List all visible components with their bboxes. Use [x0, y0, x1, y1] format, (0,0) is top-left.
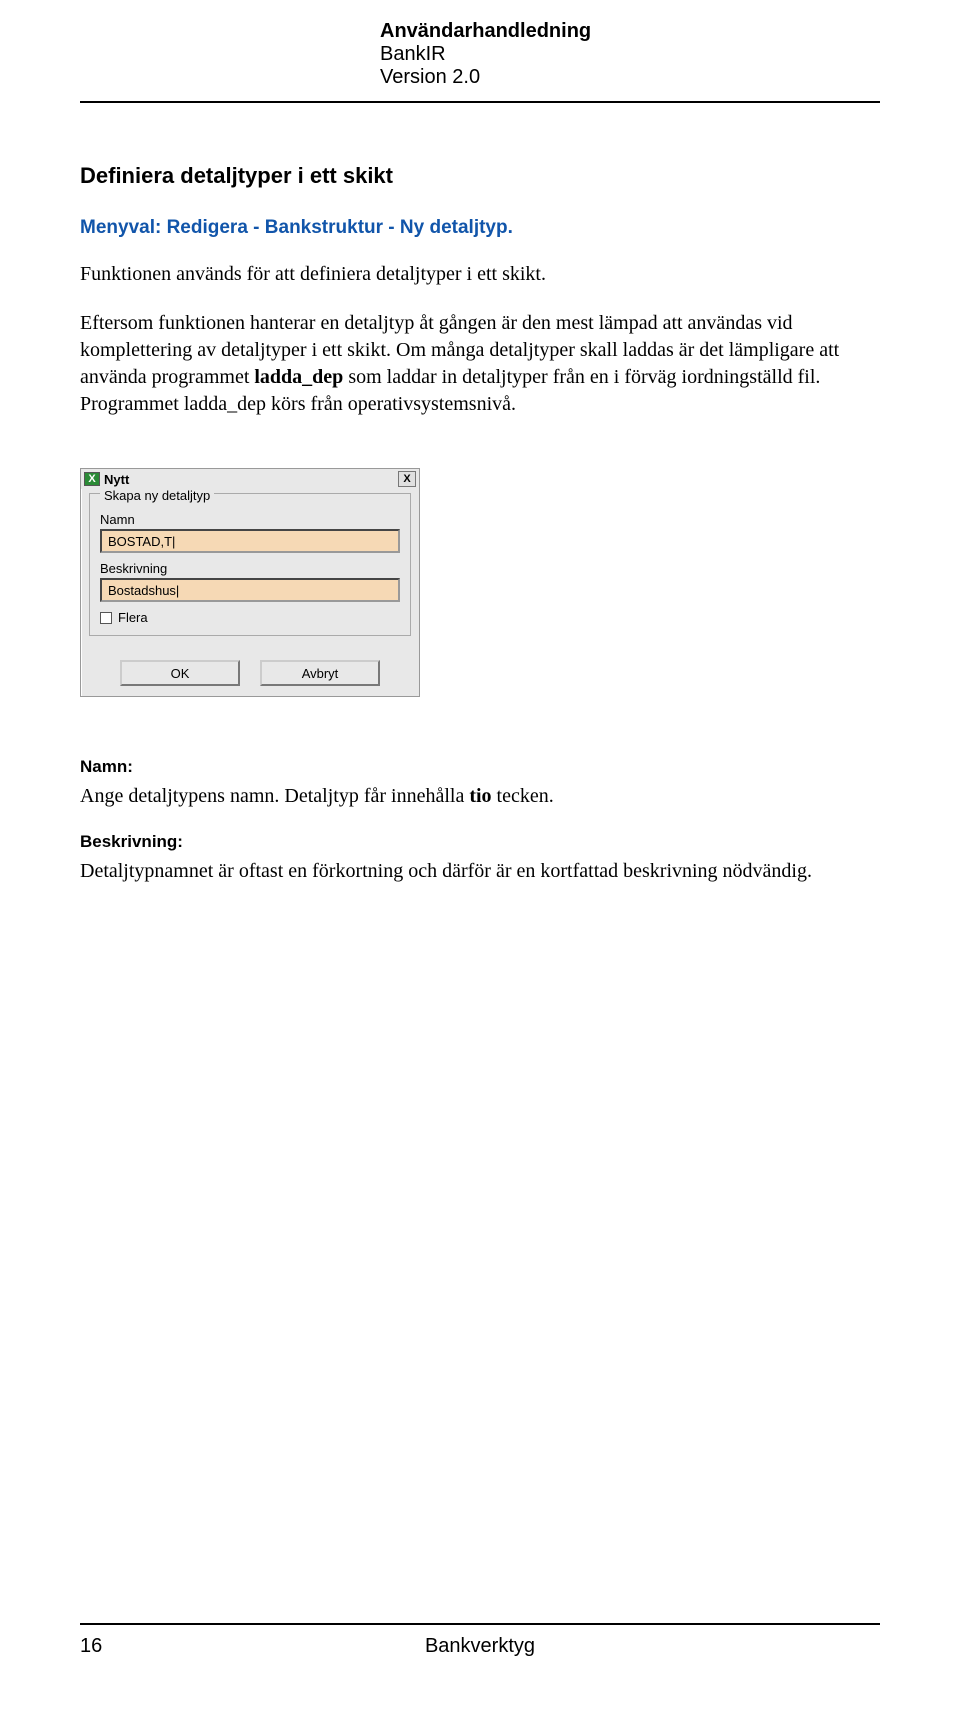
doc-subtitle-1: BankIR	[380, 43, 880, 66]
checkbox-label: Flera	[118, 610, 148, 625]
dialog-nytt: X Nytt X Skapa ny detaljtyp Namn BOSTAD,…	[80, 468, 420, 697]
window-icon: X	[84, 472, 100, 486]
close-icon[interactable]: X	[398, 471, 416, 487]
paragraph-2-bold: ladda_dep	[254, 366, 343, 388]
footer-section: Bankverktyg	[425, 1635, 535, 1658]
field-namn-text: Ange detaljtypens namn. Detaljtyp får in…	[80, 783, 880, 810]
ok-button[interactable]: OK	[120, 660, 240, 686]
multiple-checkbox-row[interactable]: Flera	[100, 610, 400, 625]
footer-rule	[80, 1623, 880, 1625]
name-label: Namn	[100, 512, 400, 527]
description-label: Beskrivning	[100, 561, 400, 576]
field-namn-label: Namn:	[80, 757, 880, 777]
paragraph-1: Funktionen används för att definiera det…	[80, 261, 880, 288]
checkbox-icon[interactable]	[100, 612, 112, 624]
page-footer: 16 Bankverktyg	[80, 1615, 880, 1658]
fieldset-new-detail: Skapa ny detaljtyp Namn BOSTAD,T| Beskri…	[89, 493, 411, 636]
namn-text-a: Ange detaljtypens namn. Detaljtyp får in…	[80, 785, 469, 807]
doc-header: Användarhandledning BankIR Version 2.0	[80, 20, 880, 89]
field-beskrivning-text: Detaljtypnamnet är oftast en förkortning…	[80, 858, 880, 885]
doc-title: Användarhandledning	[380, 20, 880, 43]
name-input[interactable]: BOSTAD,T|	[100, 529, 400, 553]
header-rule	[80, 101, 880, 103]
namn-text-bold: tio	[469, 785, 491, 807]
description-input[interactable]: Bostadshus|	[100, 578, 400, 602]
dialog-screenshot: X Nytt X Skapa ny detaljtyp Namn BOSTAD,…	[80, 468, 880, 697]
cancel-button[interactable]: Avbryt	[260, 660, 380, 686]
dialog-titlebar: X Nytt X	[81, 469, 419, 489]
section-heading: Definiera detaljtyper i ett skikt	[80, 163, 880, 189]
paragraph-2: Eftersom funktionen hanterar en detaljty…	[80, 310, 880, 418]
menu-path: Menyval: Redigera - Bankstruktur - Ny de…	[80, 217, 880, 239]
namn-text-b: tecken.	[492, 785, 554, 807]
fieldset-legend: Skapa ny detaljtyp	[100, 488, 214, 503]
doc-subtitle-2: Version 2.0	[380, 66, 880, 89]
dialog-title: Nytt	[104, 472, 129, 487]
page-number: 16	[80, 1635, 102, 1658]
field-beskrivning-label: Beskrivning:	[80, 832, 880, 852]
